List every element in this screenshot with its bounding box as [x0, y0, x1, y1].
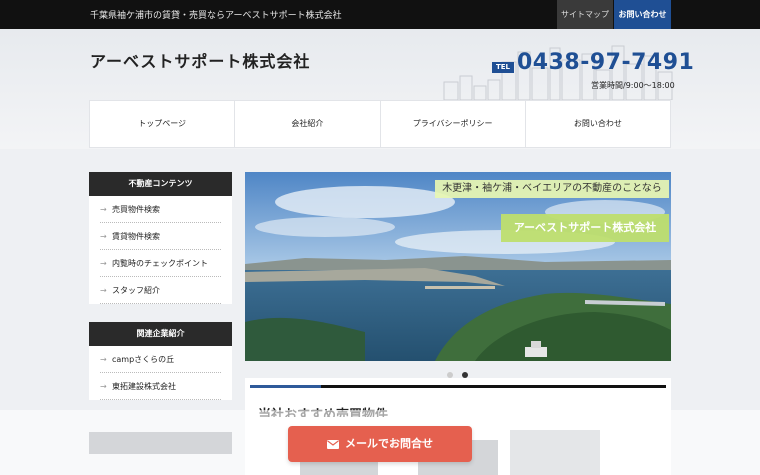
mail-contact-label: メールでお問合せ	[345, 437, 433, 450]
nav-company[interactable]: 会社紹介	[235, 101, 381, 147]
sidebar-item-sale-search[interactable]: 売買物件検索	[100, 196, 221, 223]
banner-caption-area: 木更津・袖ケ浦・ベイエリアの不動産のことなら	[435, 180, 669, 198]
hero-banner-image	[245, 172, 671, 361]
sidebar-heading-realestate: 不動産コンテンツ	[89, 172, 232, 196]
business-hours: 営業時間/9:00〜18:00	[591, 81, 675, 90]
sidebar-item-rent-search[interactable]: 賃貸物件検索	[100, 223, 221, 250]
phone-number[interactable]: 0438-97-7491	[517, 50, 694, 75]
global-nav: トップページ 会社紹介 プライバシーポリシー お問い合わせ	[89, 100, 671, 148]
nav-contact[interactable]: お問い合わせ	[526, 101, 670, 147]
site-tagline: 千葉県袖ケ浦市の賃貸・売買ならアーベストサポート株式会社	[90, 11, 342, 21]
sidebar-spacer	[89, 304, 232, 322]
sitemap-link[interactable]: サイトマップ	[557, 0, 613, 29]
nav-top[interactable]: トップページ	[90, 101, 236, 147]
sidebar-item-camp[interactable]: campさくらの丘	[100, 346, 221, 373]
sidebar-heading-related: 関連企業紹介	[89, 322, 232, 346]
blurred-listing-thumb-1	[300, 462, 378, 475]
sidebar-item-checkpoints[interactable]: 内覧時のチェックポイント	[100, 250, 221, 277]
slider-progress-bar	[250, 385, 666, 388]
nav-privacy[interactable]: プライバシーポリシー	[381, 101, 526, 147]
banner-caption-company: アーベストサポート株式会社	[501, 214, 669, 242]
sidebar-item-staff[interactable]: スタッフ紹介	[100, 277, 221, 304]
company-logo-text[interactable]: アーベストサポート株式会社	[90, 48, 310, 72]
slider-progress-fill	[250, 385, 321, 388]
sidebar-item-totaku[interactable]: 東拓建設株式会社	[100, 373, 221, 400]
sidebar: 不動産コンテンツ 売買物件検索 賃貸物件検索 内覧時のチェックポイント スタッフ…	[89, 172, 232, 400]
blurred-listing-thumb-3	[510, 430, 600, 475]
tel-badge: TEL	[492, 62, 514, 73]
mail-contact-button[interactable]: メールでお問合せ	[288, 426, 472, 462]
contact-link[interactable]: お問い合わせ	[614, 0, 671, 29]
blurred-sidebar-heading	[89, 432, 232, 454]
top-bar: 千葉県袖ケ浦市の賃貸・売買ならアーベストサポート株式会社 サイトマップ お問い合…	[0, 0, 760, 29]
envelope-icon	[327, 439, 339, 449]
